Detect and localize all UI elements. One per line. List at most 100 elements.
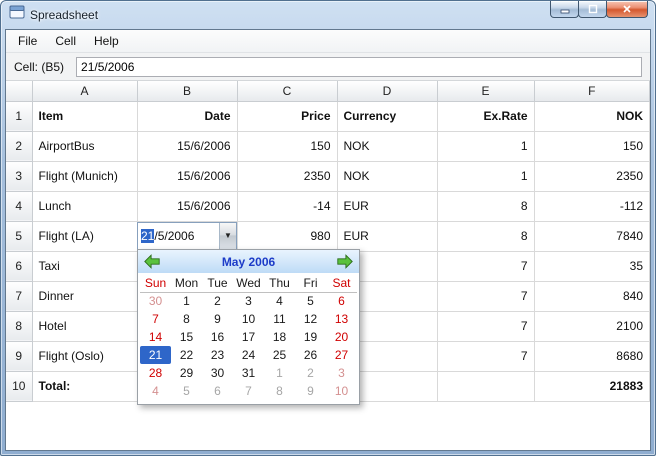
calendar-day[interactable]: 17 bbox=[233, 328, 264, 346]
calendar-day[interactable]: 18 bbox=[264, 328, 295, 346]
cell-E4[interactable]: 8 bbox=[437, 191, 535, 222]
col-header-D[interactable]: D bbox=[337, 81, 438, 102]
calendar-day[interactable]: 14 bbox=[140, 328, 171, 346]
close-button[interactable] bbox=[606, 1, 648, 18]
calendar-day[interactable]: 25 bbox=[264, 346, 295, 364]
calendar-day[interactable]: 8 bbox=[264, 382, 295, 400]
cell-D5[interactable]: EUR bbox=[337, 221, 438, 252]
cell-E1[interactable]: Ex.Rate bbox=[437, 101, 535, 132]
calendar-day[interactable]: 1 bbox=[264, 364, 295, 382]
cell-A7[interactable]: Dinner bbox=[32, 281, 138, 312]
calendar-day[interactable]: 2 bbox=[295, 364, 326, 382]
cell-A6[interactable]: Taxi bbox=[32, 251, 138, 282]
calendar-day[interactable]: 12 bbox=[295, 310, 326, 328]
minimize-button[interactable] bbox=[550, 1, 579, 18]
cell-E8[interactable]: 7 bbox=[437, 311, 535, 342]
calendar-day[interactable]: 6 bbox=[326, 292, 357, 310]
calendar-day[interactable]: 1 bbox=[171, 292, 202, 310]
row-header-5[interactable]: 5 bbox=[6, 221, 33, 252]
cell-A10[interactable]: Total: bbox=[32, 371, 138, 402]
next-month-button[interactable] bbox=[336, 254, 354, 269]
cell-A4[interactable]: Lunch bbox=[32, 191, 138, 222]
calendar-day[interactable]: 7 bbox=[233, 382, 264, 400]
calendar-day[interactable]: 5 bbox=[295, 292, 326, 310]
row-header-2[interactable]: 2 bbox=[6, 131, 33, 162]
cell-C1[interactable]: Price bbox=[237, 101, 338, 132]
cell-C3[interactable]: 2350 bbox=[237, 161, 338, 192]
menu-cell[interactable]: Cell bbox=[46, 31, 85, 51]
calendar-day[interactable]: 29 bbox=[171, 364, 202, 382]
calendar-day[interactable]: 21 bbox=[140, 346, 171, 364]
calendar-day[interactable]: 11 bbox=[264, 310, 295, 328]
calendar-day[interactable]: 26 bbox=[295, 346, 326, 364]
calendar-day[interactable]: 16 bbox=[202, 328, 233, 346]
calendar-day[interactable]: 30 bbox=[140, 292, 171, 310]
cell-F3[interactable]: 2350 bbox=[534, 161, 650, 192]
cell-E3[interactable]: 1 bbox=[437, 161, 535, 192]
cell-F5[interactable]: 7840 bbox=[534, 221, 650, 252]
cell-E7[interactable]: 7 bbox=[437, 281, 535, 312]
calendar-day[interactable]: 3 bbox=[326, 364, 357, 382]
cell-D1[interactable]: Currency bbox=[337, 101, 438, 132]
calendar-day[interactable]: 9 bbox=[202, 310, 233, 328]
row-header-10[interactable]: 10 bbox=[6, 371, 33, 402]
calendar-day[interactable]: 24 bbox=[233, 346, 264, 364]
row-header-6[interactable]: 6 bbox=[6, 251, 33, 282]
date-editor-text[interactable]: 21/5/2006 bbox=[138, 223, 219, 249]
calendar-day[interactable]: 27 bbox=[326, 346, 357, 364]
calendar-day[interactable]: 31 bbox=[233, 364, 264, 382]
cell-D2[interactable]: NOK bbox=[337, 131, 438, 162]
calendar-day[interactable]: 3 bbox=[233, 292, 264, 310]
calendar-day[interactable]: 10 bbox=[233, 310, 264, 328]
cell-F7[interactable]: 840 bbox=[534, 281, 650, 312]
calendar-day[interactable]: 8 bbox=[171, 310, 202, 328]
cell-B4[interactable]: 15/6/2006 bbox=[137, 191, 238, 222]
col-header-E[interactable]: E bbox=[437, 81, 535, 102]
cell-E2[interactable]: 1 bbox=[437, 131, 535, 162]
calendar-day[interactable]: 6 bbox=[202, 382, 233, 400]
calendar-day[interactable]: 5 bbox=[171, 382, 202, 400]
row-header-7[interactable]: 7 bbox=[6, 281, 33, 312]
maximize-button[interactable] bbox=[578, 1, 607, 18]
col-header-B[interactable]: B bbox=[137, 81, 238, 102]
row-header-1[interactable]: 1 bbox=[6, 101, 33, 132]
calendar-day[interactable]: 28 bbox=[140, 364, 171, 382]
cell-E6[interactable]: 7 bbox=[437, 251, 535, 282]
cell-A1[interactable]: Item bbox=[32, 101, 138, 132]
calendar-day[interactable]: 15 bbox=[171, 328, 202, 346]
prev-month-button[interactable] bbox=[143, 254, 161, 269]
cell-B3[interactable]: 15/6/2006 bbox=[137, 161, 238, 192]
calendar-day[interactable]: 20 bbox=[326, 328, 357, 346]
calendar-day[interactable]: 4 bbox=[140, 382, 171, 400]
col-header-A[interactable]: A bbox=[32, 81, 138, 102]
menu-help[interactable]: Help bbox=[85, 31, 128, 51]
row-header-3[interactable]: 3 bbox=[6, 161, 33, 192]
date-editor-dropdown-button[interactable]: ▼ bbox=[219, 223, 236, 249]
col-header-C[interactable]: C bbox=[237, 81, 338, 102]
cell-F6[interactable]: 35 bbox=[534, 251, 650, 282]
calendar-day[interactable]: 19 bbox=[295, 328, 326, 346]
calendar-day[interactable]: 22 bbox=[171, 346, 202, 364]
cell-C5[interactable]: 980 bbox=[237, 221, 338, 252]
cell-D4[interactable]: EUR bbox=[337, 191, 438, 222]
cell-F9[interactable]: 8680 bbox=[534, 341, 650, 372]
cell-A8[interactable]: Hotel bbox=[32, 311, 138, 342]
row-header-8[interactable]: 8 bbox=[6, 311, 33, 342]
cell-E10[interactable] bbox=[437, 371, 535, 402]
cell-C4[interactable]: -14 bbox=[237, 191, 338, 222]
calendar-day[interactable]: 4 bbox=[264, 292, 295, 310]
calendar-day[interactable]: 7 bbox=[140, 310, 171, 328]
cell-F2[interactable]: 150 bbox=[534, 131, 650, 162]
cell-A2[interactable]: AirportBus bbox=[32, 131, 138, 162]
calendar-day[interactable]: 2 bbox=[202, 292, 233, 310]
cell-A3[interactable]: Flight (Munich) bbox=[32, 161, 138, 192]
col-header-F[interactable]: F bbox=[534, 81, 650, 102]
cell-E5[interactable]: 8 bbox=[437, 221, 535, 252]
cell-C2[interactable]: 150 bbox=[237, 131, 338, 162]
row-header-4[interactable]: 4 bbox=[6, 191, 33, 222]
cell-B1[interactable]: Date bbox=[137, 101, 238, 132]
calendar-day[interactable]: 10 bbox=[326, 382, 357, 400]
cell-F1[interactable]: NOK bbox=[534, 101, 650, 132]
menu-file[interactable]: File bbox=[9, 31, 46, 51]
calendar-day[interactable]: 9 bbox=[295, 382, 326, 400]
